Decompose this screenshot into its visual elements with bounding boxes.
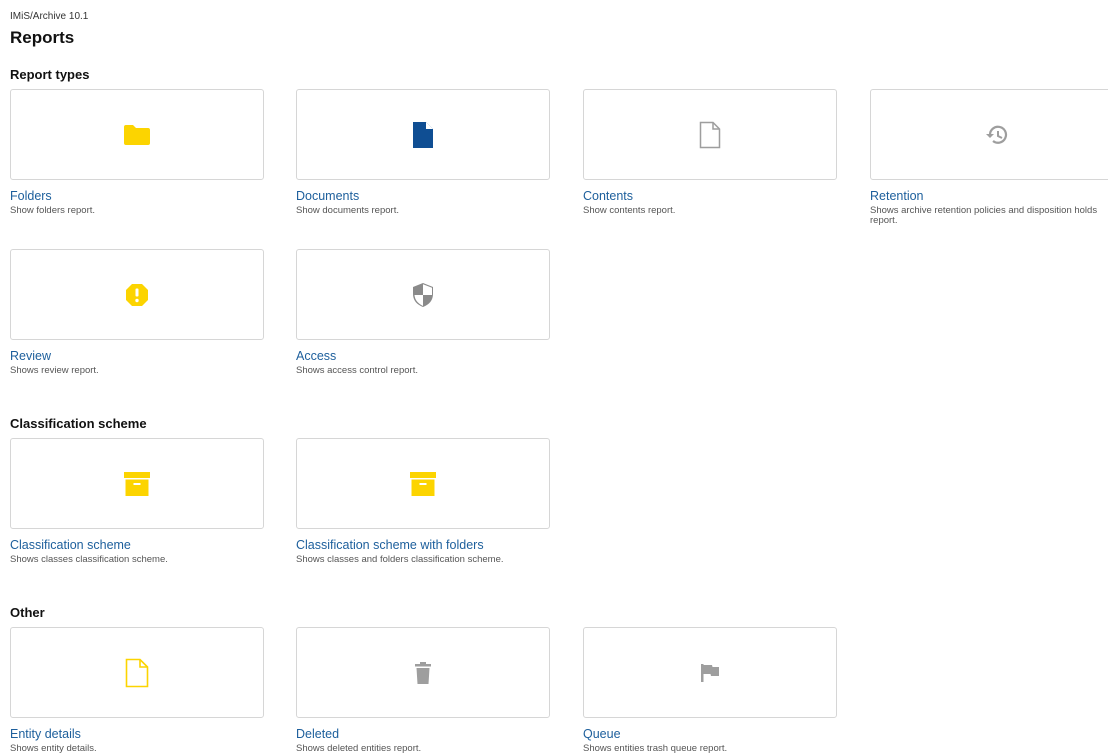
- folder-icon: [123, 124, 151, 146]
- report-card-tile[interactable]: [296, 249, 550, 340]
- section-title-classification-scheme: Classification scheme: [10, 416, 147, 431]
- report-card-retention[interactable]: Retention Shows archive retention polici…: [870, 89, 1108, 226]
- reports-page: IMiS/Archive 10.1 Reports Report types F…: [0, 0, 1108, 756]
- report-card-description: Shows review report.: [10, 365, 99, 376]
- report-card-tile[interactable]: [870, 89, 1108, 180]
- section-title-other: Other: [10, 605, 45, 620]
- report-card-classification-scheme-with-folders[interactable]: Classification scheme with folders Shows…: [296, 438, 550, 565]
- document-icon: [412, 121, 434, 149]
- report-card-title[interactable]: Queue: [583, 727, 837, 741]
- report-card-tile[interactable]: [10, 89, 264, 180]
- report-card-tile[interactable]: [10, 438, 264, 529]
- report-card-description: Show contents report.: [583, 205, 676, 216]
- report-card-title[interactable]: Documents: [296, 189, 550, 203]
- report-card-contents[interactable]: Contents Show contents report.: [583, 89, 837, 216]
- alert-icon: [125, 283, 149, 307]
- report-card-title[interactable]: Classification scheme: [10, 538, 264, 552]
- app-title: IMiS/Archive 10.1: [10, 11, 89, 22]
- report-card-tile[interactable]: [296, 89, 550, 180]
- report-card-title[interactable]: Classification scheme with folders: [296, 538, 550, 552]
- report-card-tile[interactable]: [583, 627, 837, 718]
- archive-box-icon: [409, 471, 437, 497]
- report-card-title[interactable]: Access: [296, 349, 550, 363]
- report-card-queue[interactable]: Queue Shows entities trash queue report.: [583, 627, 837, 754]
- report-card-title[interactable]: Entity details: [10, 727, 264, 741]
- trash-icon: [414, 661, 432, 685]
- history-icon: [984, 123, 1010, 147]
- file-outline-icon: [699, 121, 721, 149]
- section-title-report-types: Report types: [10, 67, 90, 82]
- report-card-entity-details[interactable]: Entity details Shows entity details.: [10, 627, 264, 754]
- report-card-description: Shows entities trash queue report.: [583, 743, 728, 754]
- report-card-title[interactable]: Retention: [870, 189, 1108, 203]
- flag-icon: [700, 663, 720, 683]
- report-card-description: Shows entity details.: [10, 743, 97, 754]
- report-card-review[interactable]: Review Shows review report.: [10, 249, 264, 376]
- report-card-description: Show folders report.: [10, 205, 96, 216]
- report-card-tile[interactable]: [10, 249, 264, 340]
- report-card-classification-scheme[interactable]: Classification scheme Shows classes clas…: [10, 438, 264, 565]
- report-card-description: Shows deleted entities report.: [296, 743, 422, 754]
- file-outline-icon: [125, 658, 149, 688]
- report-card-deleted[interactable]: Deleted Shows deleted entities report.: [296, 627, 550, 754]
- report-card-tile[interactable]: [10, 627, 264, 718]
- report-card-description: Shows access control report.: [296, 365, 418, 376]
- report-card-title[interactable]: Folders: [10, 189, 264, 203]
- report-card-description: Shows classes classification scheme.: [10, 554, 168, 565]
- report-card-folders[interactable]: Folders Show folders report.: [10, 89, 264, 216]
- report-card-title[interactable]: Review: [10, 349, 264, 363]
- report-card-tile[interactable]: [296, 438, 550, 529]
- report-card-title[interactable]: Deleted: [296, 727, 550, 741]
- page-title: Reports: [10, 28, 75, 47]
- report-card-documents[interactable]: Documents Show documents report.: [296, 89, 550, 216]
- report-card-tile[interactable]: [583, 89, 837, 180]
- archive-box-icon: [123, 471, 151, 497]
- report-card-description: Shows classes and folders classification…: [296, 554, 504, 565]
- report-card-description: Show documents report.: [296, 205, 399, 216]
- report-card-tile[interactable]: [296, 627, 550, 718]
- report-card-title[interactable]: Contents: [583, 189, 837, 203]
- report-card-description: Shows archive retention policies and dis…: [870, 205, 1098, 226]
- shield-icon: [412, 282, 434, 308]
- report-card-access[interactable]: Access Shows access control report.: [296, 249, 550, 376]
